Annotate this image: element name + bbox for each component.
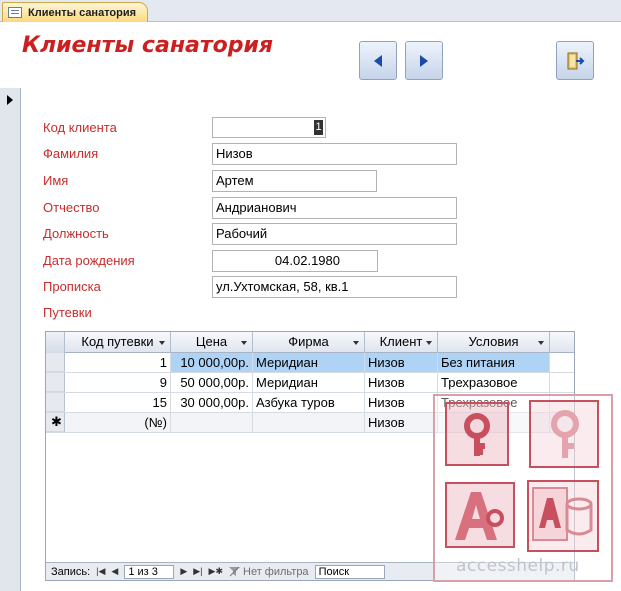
row-selector[interactable] bbox=[46, 373, 65, 392]
birth-date-field[interactable]: 04.02.1980 bbox=[212, 250, 378, 272]
cell-price[interactable]: 30 000,00р. bbox=[171, 393, 253, 412]
table-row[interactable]: 9 50 000,00р. Меридиан Низов Трехразовое bbox=[46, 373, 574, 393]
exit-door-icon bbox=[567, 52, 585, 69]
close-form-button[interactable] bbox=[556, 41, 594, 80]
row-selector[interactable] bbox=[46, 353, 65, 372]
cell-price[interactable] bbox=[171, 413, 253, 432]
label-name: Имя bbox=[43, 173, 69, 188]
record-selector[interactable] bbox=[0, 88, 21, 591]
label-position: Должность bbox=[43, 226, 109, 241]
cell-price[interactable]: 10 000,00р. bbox=[171, 353, 253, 372]
key-logo-faded-icon bbox=[529, 400, 599, 468]
surname-field[interactable]: Низов bbox=[212, 143, 457, 165]
record-position-input[interactable]: 1 из 3 bbox=[124, 564, 175, 579]
cell-client[interactable]: Низов bbox=[365, 373, 438, 392]
last-record-icon[interactable]: ▶| bbox=[193, 566, 202, 577]
registration-field[interactable]: ул.Ухтомская, 58, кв.1 bbox=[212, 276, 457, 298]
datasheet-header: Код путевки Цена Фирма Клиент Условия bbox=[46, 332, 574, 353]
column-header-client[interactable]: Клиент bbox=[365, 332, 438, 353]
document-tab[interactable]: Клиенты санатория bbox=[2, 2, 148, 22]
new-record-marker: ✱ bbox=[51, 414, 62, 429]
client-id-value: 1 bbox=[314, 120, 323, 135]
cell-conditions[interactable]: Трехразовое bbox=[438, 373, 550, 392]
label-trips: Путевки bbox=[43, 305, 92, 320]
cell-firm[interactable]: Меридиан bbox=[253, 373, 365, 392]
access-logo-a-key-icon bbox=[445, 482, 515, 548]
chevron-down-icon[interactable] bbox=[538, 341, 544, 345]
watermark-logo bbox=[433, 394, 613, 582]
form-title: Клиенты санатория bbox=[22, 33, 274, 58]
column-header-price[interactable]: Цена bbox=[171, 332, 253, 353]
cell-client[interactable]: Низов bbox=[365, 353, 438, 372]
column-header-conditions[interactable]: Условия bbox=[438, 332, 550, 353]
triangle-left-icon bbox=[374, 54, 382, 67]
cell-client[interactable]: Низов bbox=[365, 393, 438, 412]
first-record-icon[interactable]: |◀ bbox=[96, 566, 105, 577]
label-surname: Фамилия bbox=[43, 146, 99, 161]
column-header-label: Фирма bbox=[288, 334, 329, 349]
filter-toggle[interactable]: Нет фильтра bbox=[229, 566, 309, 578]
next-record-button[interactable] bbox=[405, 41, 443, 80]
watermark-text: accesshelp.ru bbox=[456, 556, 580, 576]
current-record-pointer-icon bbox=[7, 95, 13, 105]
cell-firm[interactable]: Меридиан bbox=[253, 353, 365, 372]
prev-record-button[interactable] bbox=[359, 41, 397, 80]
table-row[interactable]: 1 10 000,00р. Меридиан Низов Без питания bbox=[46, 353, 574, 373]
cell-trip-id[interactable]: 1 bbox=[65, 353, 171, 372]
cell-trip-id[interactable]: 9 bbox=[65, 373, 171, 392]
column-header-label: Клиент bbox=[379, 334, 423, 349]
client-id-field[interactable]: 1 bbox=[212, 117, 326, 138]
cell-firm[interactable]: Азбука туров bbox=[253, 393, 365, 412]
patronymic-field[interactable]: Андрианович bbox=[212, 197, 457, 219]
cell-client[interactable]: Низов bbox=[365, 413, 438, 432]
cell-conditions[interactable]: Без питания bbox=[438, 353, 550, 372]
column-header-label: Цена bbox=[195, 334, 228, 349]
chevron-down-icon[interactable] bbox=[159, 341, 165, 345]
cell-price[interactable]: 50 000,00р. bbox=[171, 373, 253, 392]
filter-label: Нет фильтра bbox=[243, 565, 309, 578]
select-all-corner[interactable] bbox=[46, 332, 65, 353]
cell-trip-id-placeholder[interactable]: (№) bbox=[65, 413, 171, 432]
form-header: Клиенты санатория bbox=[0, 22, 621, 88]
form-icon bbox=[8, 7, 22, 18]
name-field[interactable]: Артем bbox=[212, 170, 377, 192]
new-row-selector[interactable]: ✱ bbox=[46, 413, 65, 432]
cell-trip-id[interactable]: 15 bbox=[65, 393, 171, 412]
row-selector[interactable] bbox=[46, 393, 65, 412]
record-label: Запись: bbox=[51, 565, 91, 578]
access-logo-a-database-icon bbox=[527, 480, 599, 552]
chevron-down-icon[interactable] bbox=[353, 341, 359, 345]
document-tab-strip: Клиенты санатория bbox=[0, 0, 621, 22]
position-field[interactable]: Рабочий bbox=[212, 223, 457, 245]
chevron-down-icon[interactable] bbox=[426, 341, 432, 345]
chevron-down-icon[interactable] bbox=[241, 341, 247, 345]
label-patronymic: Отчество bbox=[43, 200, 100, 215]
document-tab-label: Клиенты санатория bbox=[28, 6, 137, 19]
prev-record-icon[interactable]: ◀ bbox=[111, 566, 118, 577]
triangle-right-icon bbox=[420, 54, 428, 67]
label-birth-date: Дата рождения bbox=[43, 253, 135, 268]
key-logo-icon bbox=[445, 402, 509, 466]
new-record-icon[interactable]: ▶✱ bbox=[209, 566, 223, 577]
search-input[interactable]: Поиск bbox=[314, 564, 385, 579]
column-header-label: Код путевки bbox=[81, 334, 154, 349]
column-header-label: Условия bbox=[468, 334, 519, 349]
column-header-trip-id[interactable]: Код путевки bbox=[65, 332, 171, 353]
funnel-icon bbox=[229, 566, 240, 577]
label-registration: Прописка bbox=[43, 279, 101, 294]
cell-firm[interactable] bbox=[253, 413, 365, 432]
label-client-id: Код клиента bbox=[43, 120, 117, 135]
next-record-icon[interactable]: ▶ bbox=[180, 566, 187, 577]
column-header-firm[interactable]: Фирма bbox=[253, 332, 365, 353]
